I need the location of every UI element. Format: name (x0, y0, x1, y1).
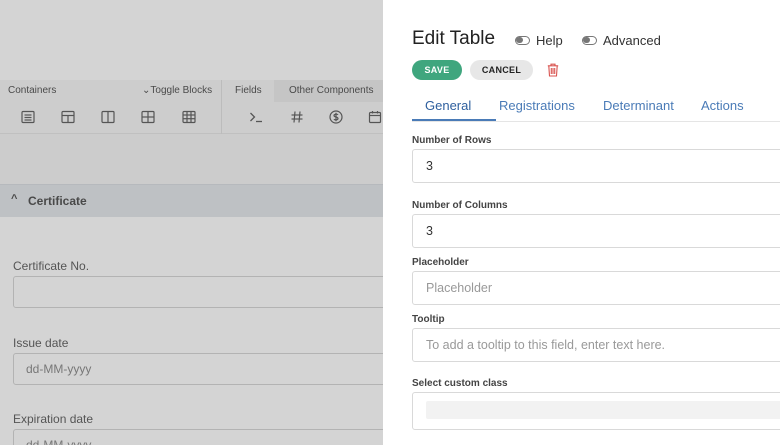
advanced-switch-icon[interactable] (582, 35, 597, 45)
custom-class-label: Select custom class (412, 378, 508, 389)
columns-input[interactable]: 3 (412, 214, 780, 248)
rows-input[interactable]: 3 (412, 149, 780, 183)
cancel-button[interactable]: CANCEL (470, 60, 533, 80)
edit-table-panel: Edit Table Help Advanced SAVE CANCEL Gen… (383, 0, 780, 445)
custom-class-select-value[interactable] (426, 401, 780, 419)
panel-title: Edit Table (412, 28, 496, 49)
help-toggle[interactable]: Help (515, 32, 563, 48)
panel-tabs: General Registrations Determinant Action… (412, 98, 780, 122)
placeholder-label: Placeholder (412, 257, 469, 268)
tab-actions[interactable]: Actions (701, 98, 744, 113)
help-switch-icon[interactable] (515, 35, 530, 45)
tab-determinant[interactable]: Determinant (603, 98, 674, 113)
columns-label: Number of Columns (412, 200, 508, 211)
save-button[interactable]: SAVE (412, 60, 462, 80)
custom-class-select[interactable] (412, 392, 780, 430)
trash-icon[interactable] (547, 63, 559, 77)
advanced-toggle[interactable]: Advanced (582, 32, 661, 48)
tabs-divider (412, 121, 780, 122)
tooltip-label: Tooltip (412, 314, 445, 325)
help-toggle-label: Help (536, 32, 563, 48)
tooltip-input[interactable]: To add a tooltip to this field, enter te… (412, 328, 780, 362)
rows-label: Number of Rows (412, 135, 492, 146)
tab-registrations[interactable]: Registrations (499, 98, 575, 113)
placeholder-input[interactable]: Placeholder (412, 271, 780, 305)
modal-backdrop[interactable] (0, 0, 383, 445)
advanced-toggle-label: Advanced (603, 32, 661, 48)
tab-general[interactable]: General (425, 98, 471, 113)
